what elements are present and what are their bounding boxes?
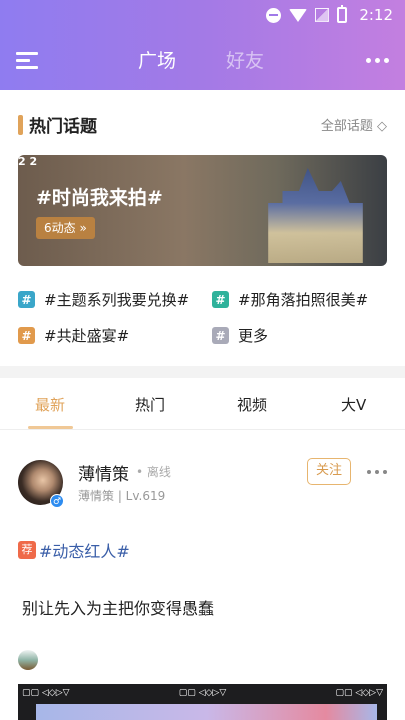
section-divider — [0, 366, 405, 378]
more-topics[interactable]: # 更多 — [212, 325, 268, 346]
feed-tabs: 最新 热门 视频 大V — [0, 378, 405, 430]
tab-hot[interactable]: 热门 — [135, 394, 165, 415]
topic-banner[interactable]: 2 2 #时尚我来拍# 6动态 » — [18, 155, 387, 266]
topic-item[interactable]: # #主题系列我要兑换# — [18, 289, 189, 310]
post-tag-label: #动态红人# — [39, 542, 130, 561]
topic-item[interactable]: # #共赴盛宴# — [18, 325, 129, 346]
post-more-icon[interactable] — [367, 470, 387, 474]
post-media-image[interactable]: ▢▢ ◁◇▷▽ ▢▢ ◁◇▷▽ ▢▢ ◁◇▷▽ — [18, 684, 387, 720]
double-chevron-icon: » — [79, 221, 87, 235]
section-title: 热门话题 — [18, 112, 97, 137]
tab-square[interactable]: 广场 — [138, 46, 176, 73]
hot-topics-section: 热门话题 全部话题 ◇ 2 2 #时尚我来拍# 6动态 » # #主题系列我要兑… — [0, 90, 405, 366]
do-not-disturb-icon — [266, 7, 282, 23]
post-topic-tag[interactable]: 荐 #动态红人# — [18, 538, 130, 562]
topic-label: #那角落拍照很美# — [238, 291, 369, 309]
status-bar: 2:12 — [0, 0, 405, 32]
media-preview — [36, 704, 377, 720]
tab-friends[interactable]: 好友 — [226, 46, 264, 73]
topic-label: #共赴盛宴# — [44, 327, 130, 345]
topic-label: #主题系列我要兑换# — [44, 291, 190, 309]
tab-latest[interactable]: 最新 — [35, 394, 65, 415]
signal-icon — [315, 8, 330, 22]
male-icon: ♂ — [50, 494, 64, 508]
hash-icon: # — [212, 291, 229, 308]
all-topics-label: 全部话题 — [320, 119, 373, 134]
all-topics-link[interactable]: 全部话题 ◇ — [321, 115, 387, 134]
hash-icon: # — [212, 327, 229, 344]
banner-badge-label: 6动态 — [44, 221, 76, 235]
menu-icon[interactable] — [16, 50, 38, 70]
top-nav: 广场 好友 — [0, 40, 405, 80]
username[interactable]: 薄情策 — [78, 460, 129, 485]
banner-badge: 6动态 » — [36, 217, 95, 239]
battery-icon — [337, 5, 348, 23]
follow-button[interactable]: 关注 — [307, 458, 351, 485]
recommend-badge: 荐 — [18, 541, 36, 559]
app-header: 2:12 广场 好友 — [0, 0, 405, 90]
active-tab-indicator — [28, 426, 73, 429]
post-text: 别让先入为主把你变得愚蠢 — [22, 599, 215, 618]
banner-title: #时尚我来拍# — [36, 187, 163, 209]
tab-big-v[interactable]: 大V — [341, 394, 366, 415]
user-level: 薄情策 | Lv.619 — [78, 489, 166, 503]
hot-topics-title: 热门话题 — [29, 117, 97, 137]
emoji-icon — [18, 650, 38, 670]
castle-image — [268, 168, 363, 263]
online-status: • 离线 — [136, 465, 171, 479]
more-options-icon[interactable] — [366, 58, 389, 63]
media-top-bar: ▢▢ ◁◇▷▽ ▢▢ ◁◇▷▽ ▢▢ ◁◇▷▽ — [22, 688, 383, 698]
wifi-icon — [289, 8, 308, 22]
topic-item[interactable]: # #那角落拍照很美# — [212, 289, 368, 310]
banner-corner-text: 2 2 — [18, 155, 38, 168]
title-accent-bar — [18, 114, 23, 135]
status-time: 2:12 — [359, 6, 393, 24]
hash-icon: # — [18, 291, 35, 308]
topic-label: 更多 — [238, 327, 269, 345]
tab-video[interactable]: 视频 — [237, 394, 267, 415]
hash-icon: # — [18, 327, 35, 344]
diamond-arrow-icon: ◇ — [377, 119, 387, 134]
feed-post: ♂ 薄情策 • 离线 薄情策 | Lv.619 关注 荐 #动态红人# 别让先入… — [0, 440, 405, 720]
status-icons: 2:12 — [266, 5, 393, 24]
